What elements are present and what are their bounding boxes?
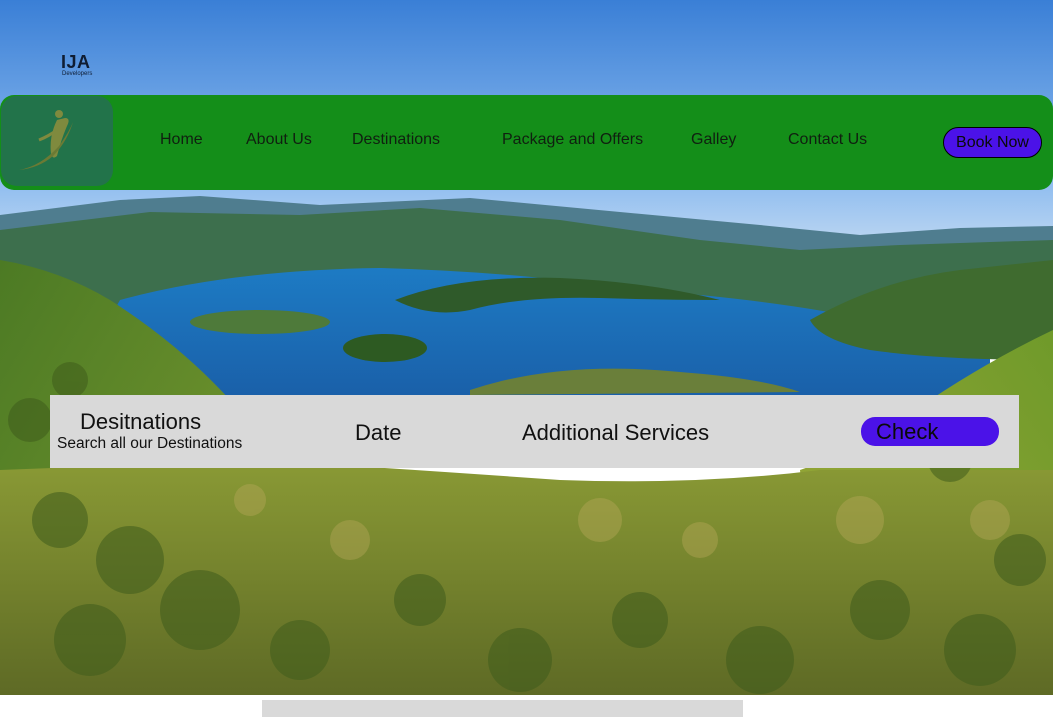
logo-subtitle: Developers (62, 71, 93, 77)
nav-item-gallery[interactable]: Galley (691, 131, 736, 149)
destinations-field-hint[interactable]: Search all our Destinations (57, 435, 242, 453)
nav-item-contact-us[interactable]: Contact Us (788, 131, 867, 149)
brand-logo[interactable] (1, 96, 113, 186)
check-button[interactable]: Check (861, 417, 999, 446)
nav-item-about-us[interactable]: About Us (246, 131, 312, 149)
nav-item-home[interactable]: Home (160, 131, 203, 149)
nav-item-package-and-offers[interactable]: Package and Offers (502, 131, 643, 149)
content-placeholder-box (262, 700, 743, 717)
nav-item-destinations[interactable]: Destinations (352, 131, 440, 149)
book-now-button[interactable]: Book Now (943, 127, 1042, 158)
logo-title: IJA (61, 52, 91, 72)
destinations-field-label[interactable]: Desitnations (80, 409, 201, 435)
date-field[interactable]: Date (355, 420, 401, 446)
additional-services-field[interactable]: Additional Services (522, 420, 709, 446)
person-swoosh-logo-icon (19, 110, 73, 170)
